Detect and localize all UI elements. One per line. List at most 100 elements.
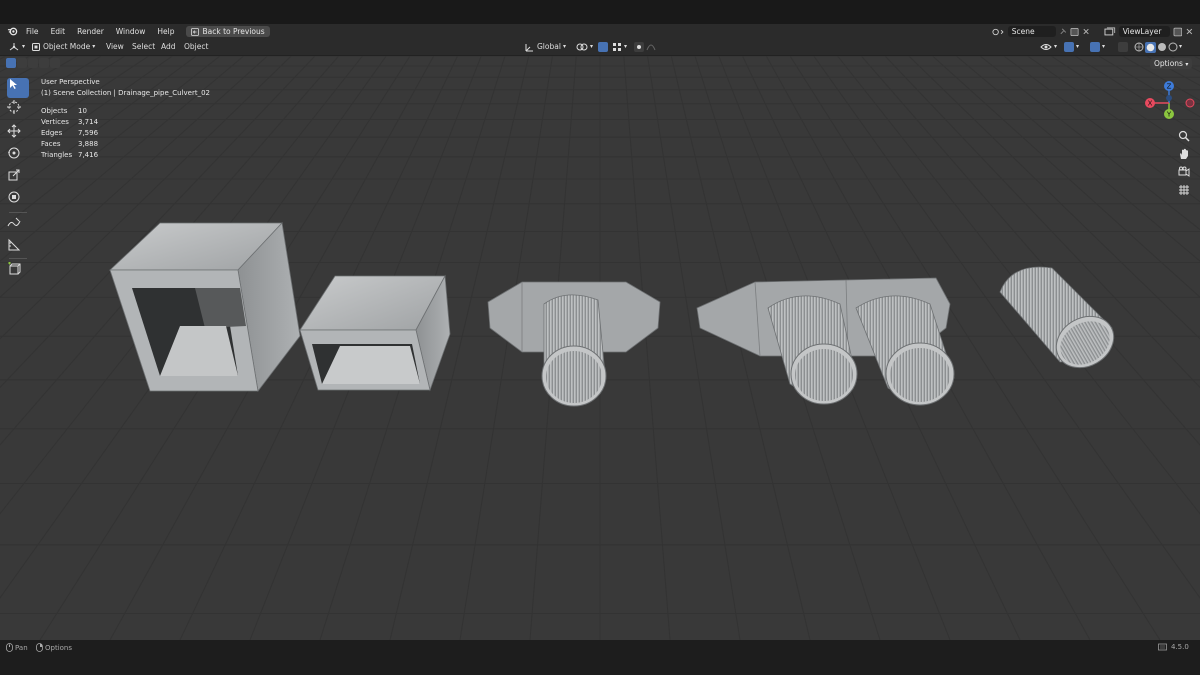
back-arrow-icon: [191, 27, 200, 36]
view-layer-selector[interactable]: ViewLayer: [1104, 25, 1194, 38]
pin-icon[interactable]: [1059, 27, 1067, 36]
camera-icon: [1178, 166, 1190, 177]
remove-scene-icon[interactable]: [1082, 27, 1090, 36]
new-scene-icon[interactable]: [1070, 27, 1079, 37]
measure-tool[interactable]: [7, 238, 29, 258]
remove-view-layer-icon[interactable]: [1185, 27, 1194, 36]
scene-selector[interactable]: Scene: [992, 25, 1090, 38]
gizmo-icon: [1064, 42, 1074, 52]
falloff-icon: [646, 44, 656, 51]
add-cube-tool[interactable]: [7, 262, 29, 282]
camera-view-button[interactable]: [1178, 166, 1194, 182]
gizmo-x-label: X: [1148, 100, 1153, 108]
select-box-tool[interactable]: [7, 78, 29, 98]
back-to-previous-button[interactable]: Back to Previous: [186, 26, 270, 37]
move-tool[interactable]: [7, 124, 29, 144]
gizmo-neg-x-axis[interactable]: [1185, 98, 1195, 108]
back-to-previous-label: Back to Previous: [202, 27, 265, 36]
annotate-tool[interactable]: [7, 216, 29, 236]
proportional-edit-toggle[interactable]: [634, 41, 656, 53]
xray-icon: [1118, 42, 1128, 52]
ruler-icon: [8, 238, 21, 251]
rendered-shading-icon[interactable]: [1168, 42, 1178, 52]
top-band: [0, 0, 1200, 24]
snap-grid-icon: [613, 43, 621, 51]
select-extend-icon[interactable]: [17, 58, 27, 68]
new-view-layer-icon[interactable]: [1173, 27, 1183, 37]
gizmo-y-label: Y: [1166, 111, 1172, 119]
orientation-label: Global: [537, 42, 561, 51]
status-options-hint: Options: [36, 643, 72, 652]
menu-render[interactable]: Render: [71, 24, 110, 39]
pivot-point-dropdown[interactable]: ▾: [576, 41, 593, 53]
editor-type-button[interactable]: ▾: [8, 41, 25, 53]
transform-orientation-dropdown[interactable]: Global ▾: [524, 41, 566, 53]
snap-toggle[interactable]: [598, 41, 608, 53]
orientation-icon: [525, 43, 533, 51]
mouse-middle-icon: [6, 643, 13, 652]
viewport-scene: [0, 56, 1200, 640]
view-layer-name-field[interactable]: ViewLayer: [1118, 26, 1170, 37]
cursor-arrow-icon: [10, 79, 17, 89]
stat-faces: Faces 3,888: [41, 140, 99, 148]
cursor-tool[interactable]: [7, 100, 29, 120]
3d-viewport-icon: [9, 42, 19, 50]
snap-target-dropdown[interactable]: ▾: [612, 41, 627, 53]
annotate-pencil-icon: [7, 217, 21, 227]
chevron-down-icon: ▾: [92, 43, 96, 50]
material-shading-icon[interactable]: [1157, 42, 1167, 52]
status-options-label: Options: [45, 643, 73, 652]
rotate-icon: [8, 147, 20, 159]
status-pan-hint: Pan: [6, 643, 28, 652]
zoom-button[interactable]: [1178, 130, 1194, 146]
mode-label: Object Mode: [43, 42, 91, 51]
options-dropdown[interactable]: Options ▾: [1150, 58, 1193, 69]
ortho-toggle-button[interactable]: [1178, 184, 1194, 200]
menu-window[interactable]: Window: [110, 24, 152, 39]
visibility-dropdown[interactable]: ▾: [1040, 41, 1057, 53]
memory-icon: [1158, 643, 1167, 651]
select-new-icon[interactable]: [6, 58, 16, 68]
scale-icon: [8, 169, 20, 181]
hand-icon: [1180, 148, 1188, 159]
transform-tool[interactable]: [7, 190, 29, 210]
menu-help[interactable]: Help: [151, 24, 180, 39]
header-menu-object[interactable]: Object: [178, 41, 214, 53]
menu-file[interactable]: File: [20, 24, 45, 39]
rotate-tool[interactable]: [7, 146, 29, 166]
select-invert-icon[interactable]: [39, 58, 49, 68]
gizmo-toggle[interactable]: ▾: [1064, 41, 1079, 53]
3d-cursor-icon: [7, 100, 21, 114]
select-mode-group: [6, 58, 60, 68]
eye-icon: [1040, 44, 1052, 50]
menu-edit[interactable]: Edit: [45, 24, 72, 39]
navigation-gizmo[interactable]: Z Y X: [1140, 78, 1200, 128]
blender-logo-icon[interactable]: [4, 24, 20, 39]
gizmo-z-label: Z: [1167, 83, 1172, 91]
view-layer-icon: [1104, 27, 1116, 35]
wireframe-shading-icon[interactable]: [1134, 42, 1144, 52]
overlays-icon: [1090, 42, 1100, 52]
shading-mode-group: ▾: [1134, 41, 1182, 53]
select-intersect-icon[interactable]: [50, 58, 60, 68]
3d-viewport[interactable]: Options ▾ User Perspective (1) Scene Col…: [0, 56, 1200, 640]
overlays-toggle[interactable]: ▾: [1090, 41, 1105, 53]
xray-toggle[interactable]: [1118, 41, 1128, 53]
viewport-header: ▾ Object Mode ▾ View Select Add Object G…: [0, 39, 1200, 56]
chevron-down-icon: ▾: [562, 43, 566, 50]
move-icon: [7, 124, 21, 138]
proportional-edit-icon: [634, 42, 644, 52]
gizmo-neg-y-axis[interactable]: [1166, 95, 1172, 101]
solid-shading-icon[interactable]: [1145, 41, 1156, 53]
mode-dropdown[interactable]: Object Mode ▾: [31, 41, 95, 53]
scale-tool[interactable]: [7, 168, 29, 188]
select-subtract-icon[interactable]: [28, 58, 38, 68]
stat-objects: Objects 10: [41, 107, 87, 115]
magnifier-icon: [1178, 130, 1190, 142]
scene-icon: [992, 28, 1004, 35]
add-cube-icon: [8, 262, 21, 275]
scene-name-field[interactable]: Scene: [1007, 26, 1056, 37]
stat-edges: Edges 7,596: [41, 129, 99, 137]
pan-button[interactable]: [1178, 148, 1194, 164]
toolbar-divider: [9, 212, 27, 213]
